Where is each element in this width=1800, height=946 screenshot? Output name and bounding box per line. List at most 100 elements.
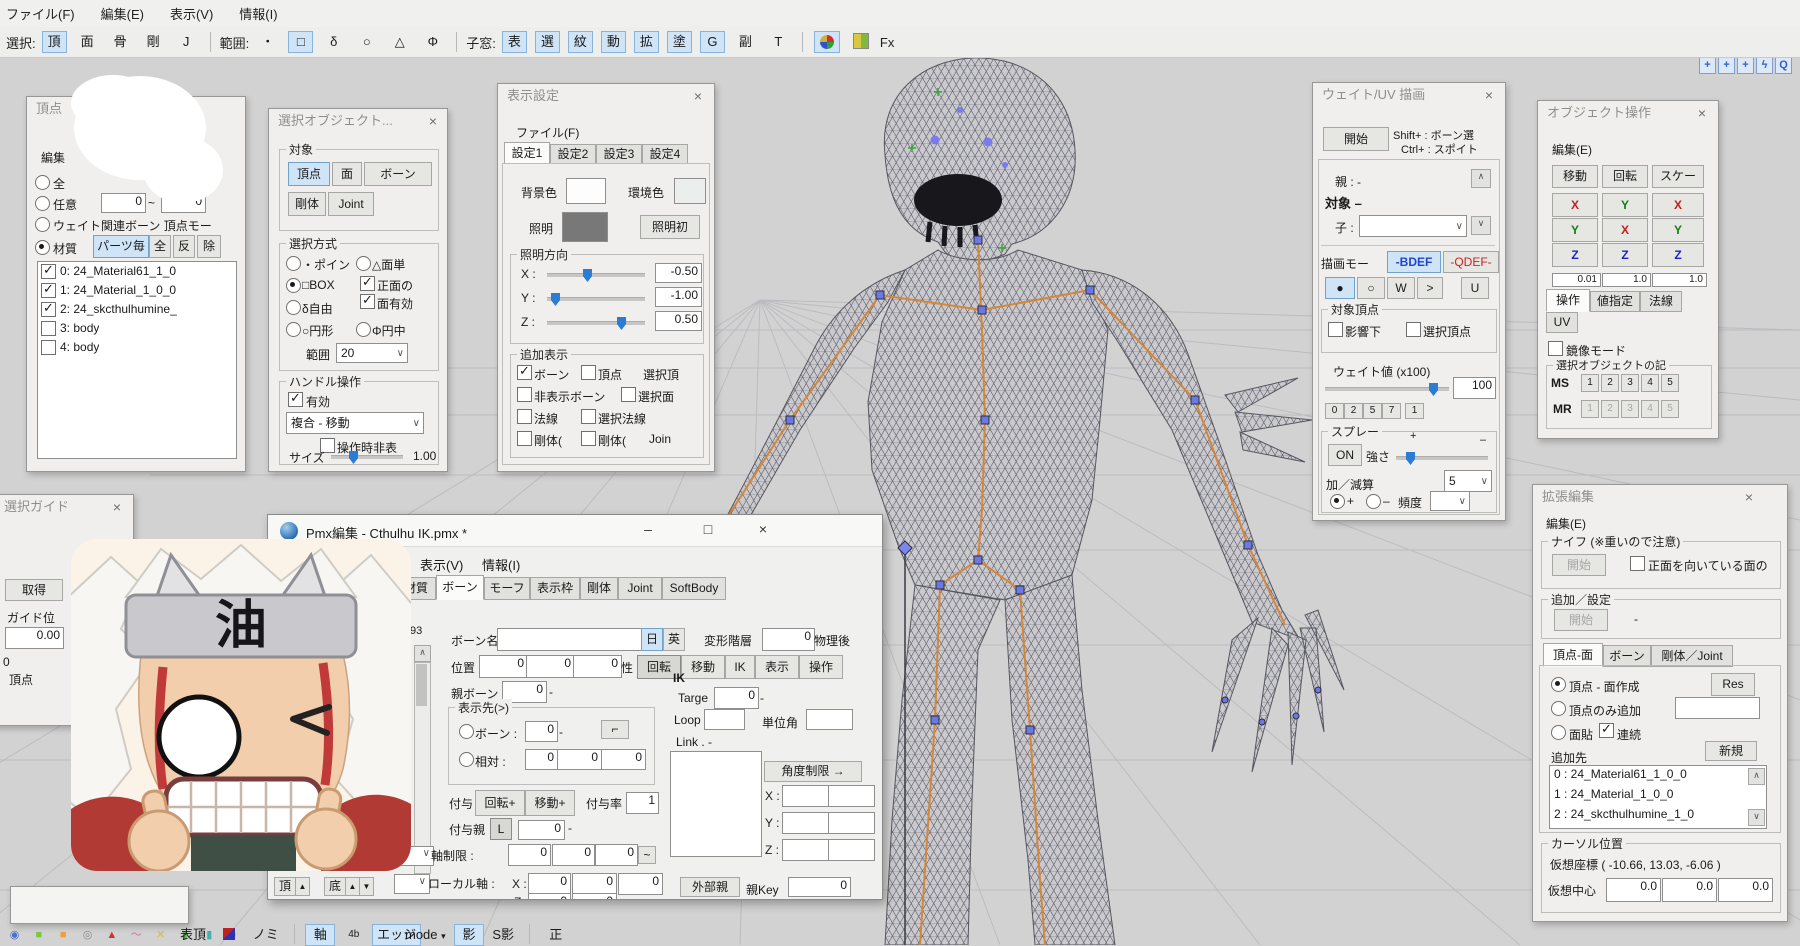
wb-toggle[interactable]: 4b <box>339 924 369 946</box>
show-bone-checkbox[interactable] <box>517 365 532 380</box>
corner-button[interactable]: ⌐ <box>601 720 629 739</box>
axis-limit-z-field[interactable]: 0 <box>595 844 638 866</box>
scroll-up-icon[interactable]: ∧ <box>414 645 431 662</box>
tab-settings4[interactable]: 設定4 <box>642 144 688 165</box>
local-x3-field[interactable]: 0 <box>618 873 663 895</box>
local-z1-field[interactable]: 0 <box>528 893 571 900</box>
front-only-checkbox[interactable] <box>360 276 375 291</box>
add-start-button[interactable]: 開始 <box>1554 609 1608 631</box>
tab-operate[interactable]: 操作 <box>1546 289 1590 312</box>
rel-y-field[interactable]: 0 <box>557 749 602 770</box>
brush-gt-button[interactable]: > <box>1417 277 1443 299</box>
selected-vertex-checkbox[interactable] <box>1406 322 1421 337</box>
menu-info[interactable]: 情報(I) <box>239 4 277 23</box>
tab-display-frame[interactable]: 表示枠 <box>530 577 580 600</box>
move-step-field[interactable]: 0.01 <box>1552 273 1601 287</box>
light-init-button[interactable]: 照明初 <box>640 215 700 239</box>
close-icon[interactable]: × <box>1481 88 1497 104</box>
show-vertex-toggle[interactable]: 表頂 <box>175 924 211 946</box>
list-item[interactable]: 2 : 24_skcthulhumine_1_0 <box>1550 806 1766 826</box>
select-bone-button[interactable]: 骨 <box>108 31 133 53</box>
new-button[interactable]: 新規 <box>1705 741 1757 761</box>
disp-rel-radio[interactable] <box>459 752 474 767</box>
center-x-field[interactable]: 0.0 <box>1606 878 1661 902</box>
bone-list-scrollbar[interactable] <box>414 662 431 874</box>
close-icon[interactable]: × <box>748 519 778 541</box>
grant-l-button[interactable]: L <box>490 818 512 840</box>
mask-menu-related[interactable]: 関連(B) <box>157 149 197 166</box>
method-circle-radio[interactable] <box>286 322 301 337</box>
parts-each-button[interactable]: パーツ毎 <box>93 235 149 258</box>
grant-rate-field[interactable]: 1 <box>626 792 659 814</box>
sel-normal-checkbox[interactable] <box>581 409 596 424</box>
vertex-only-field[interactable] <box>1675 697 1760 719</box>
target-face-button[interactable]: 面 <box>332 162 362 186</box>
acquire-button[interactable]: 取得 <box>5 579 63 601</box>
mirror-mode-checkbox[interactable] <box>1548 341 1563 356</box>
child-down-button[interactable]: ∨ <box>1471 216 1491 235</box>
move-z-button[interactable]: Z <box>1552 243 1598 267</box>
all-button[interactable]: 全 <box>149 235 171 258</box>
pos-z-field[interactable]: 0 <box>573 655 622 678</box>
scroll-down-icon[interactable]: ∨ <box>1748 809 1765 826</box>
handle-mode-dropdown[interactable]: 複合 - 移動 <box>286 412 424 434</box>
parent-up-button[interactable]: ∧ <box>1471 169 1491 188</box>
dot-icon[interactable]: ◎ <box>80 928 95 941</box>
scale-button[interactable]: スケー <box>1652 165 1704 188</box>
close-icon[interactable]: × <box>109 500 125 516</box>
local-x1-field[interactable]: 0 <box>528 873 571 895</box>
mask-radio-all[interactable] <box>35 175 50 190</box>
tab-bone[interactable]: ボーン <box>1603 645 1651 667</box>
ik-loop-field[interactable] <box>704 709 745 730</box>
unit-angle-field[interactable] <box>806 709 853 730</box>
front-face-checkbox[interactable] <box>1630 556 1645 571</box>
ik-z-max-field[interactable] <box>828 839 875 861</box>
method-phi-radio[interactable] <box>356 322 371 337</box>
move-button[interactable]: 移動 <box>1552 165 1598 188</box>
axis-limit-y-field[interactable]: 0 <box>552 844 595 866</box>
deform-field[interactable]: 0 <box>762 628 815 651</box>
minimize-icon[interactable]: – <box>633 519 663 541</box>
mask-any-from-field[interactable]: 0 <box>101 193 146 213</box>
spray-on-button[interactable]: ON <box>1328 444 1362 466</box>
tab-uv[interactable]: UV <box>1546 312 1578 333</box>
start-button[interactable]: 開始 <box>1323 127 1389 151</box>
range-dropdown[interactable]: 20 <box>336 343 408 363</box>
mask-radio-any[interactable] <box>35 196 50 211</box>
sel-face-checkbox[interactable] <box>621 387 636 402</box>
mr-slot-2[interactable]: 2 <box>1601 400 1619 418</box>
freq-dropdown[interactable] <box>1430 491 1470 511</box>
subwin-sub-button[interactable]: 副 <box>733 31 758 53</box>
bone-name-field[interactable] <box>497 628 642 651</box>
ms-slot-5[interactable]: 5 <box>1661 374 1679 392</box>
subwin-t-button[interactable]: T <box>766 31 791 53</box>
color-swatch-icon[interactable] <box>214 924 244 946</box>
scale-y-button[interactable]: Y <box>1652 218 1704 242</box>
vertex-only-radio[interactable] <box>1551 701 1566 716</box>
ik-x-max-field[interactable] <box>828 785 875 807</box>
size-slider[interactable] <box>331 455 403 459</box>
center-y-field[interactable]: 0.0 <box>1662 878 1717 902</box>
light-x-slider[interactable] <box>547 273 645 277</box>
mr-slot-3[interactable]: 3 <box>1621 400 1639 418</box>
brush-w-button[interactable]: W <box>1387 277 1415 299</box>
pan-icon[interactable]: + <box>1737 57 1754 74</box>
tab-settings1[interactable]: 設定1 <box>504 142 550 165</box>
scroll-up-icon[interactable]: ∧ <box>1748 768 1765 785</box>
rigid1-checkbox[interactable] <box>517 431 532 446</box>
quick-7-button[interactable]: 7 <box>1382 403 1401 419</box>
tilde-button[interactable]: ~ <box>638 846 656 864</box>
axis-toggle[interactable]: 軸 <box>305 924 335 946</box>
method-point-radio[interactable] <box>286 256 301 271</box>
top-button[interactable]: 頂 <box>274 877 296 896</box>
list-item[interactable]: 1 : 24_Material_1_0_0 <box>1550 786 1766 806</box>
tab-settings3[interactable]: 設定3 <box>596 144 642 165</box>
face-valid-checkbox[interactable] <box>360 294 375 309</box>
child-dropdown[interactable] <box>1359 215 1467 237</box>
ik-z-min-field[interactable] <box>782 839 829 861</box>
rotate-button[interactable]: 回転 <box>1602 165 1648 188</box>
down-arrow-button[interactable]: ▼ <box>359 877 374 896</box>
ms-slot-2[interactable]: 2 <box>1601 374 1619 392</box>
pmx-menu-view[interactable]: 表示(V) <box>420 555 463 574</box>
pan-icon[interactable]: + <box>1718 57 1735 74</box>
